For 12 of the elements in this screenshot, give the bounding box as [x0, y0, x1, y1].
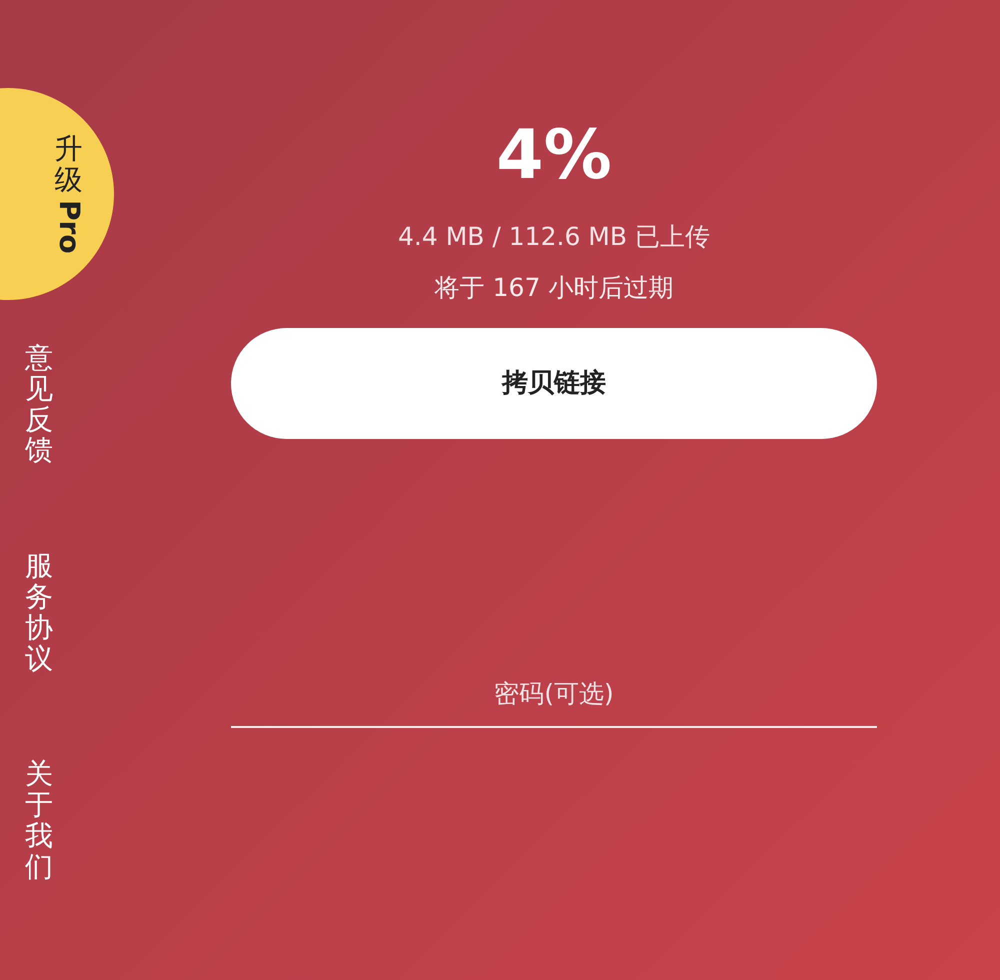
- badge-text: 级: [54, 165, 83, 196]
- copy-link-button[interactable]: 拷贝链接: [231, 328, 877, 439]
- progress-percent: 4%: [496, 122, 612, 190]
- expiry-text: 将于 167 小时后过期: [434, 275, 674, 300]
- upgrade-badge[interactable]: 升级Pro: [0, 88, 114, 300]
- badge-text: 升: [54, 134, 83, 166]
- upload-size-text: 4.4 MB / 112.6 MB 已上传: [398, 224, 710, 249]
- sidebar-item[interactable]: 意见反馈: [25, 343, 53, 466]
- badge-text: Pro: [53, 200, 84, 254]
- password-field[interactable]: 密码(可选): [231, 668, 877, 728]
- sidebar-item[interactable]: 关于我们: [25, 759, 53, 883]
- sidebar-item[interactable]: 服务协议: [25, 551, 53, 674]
